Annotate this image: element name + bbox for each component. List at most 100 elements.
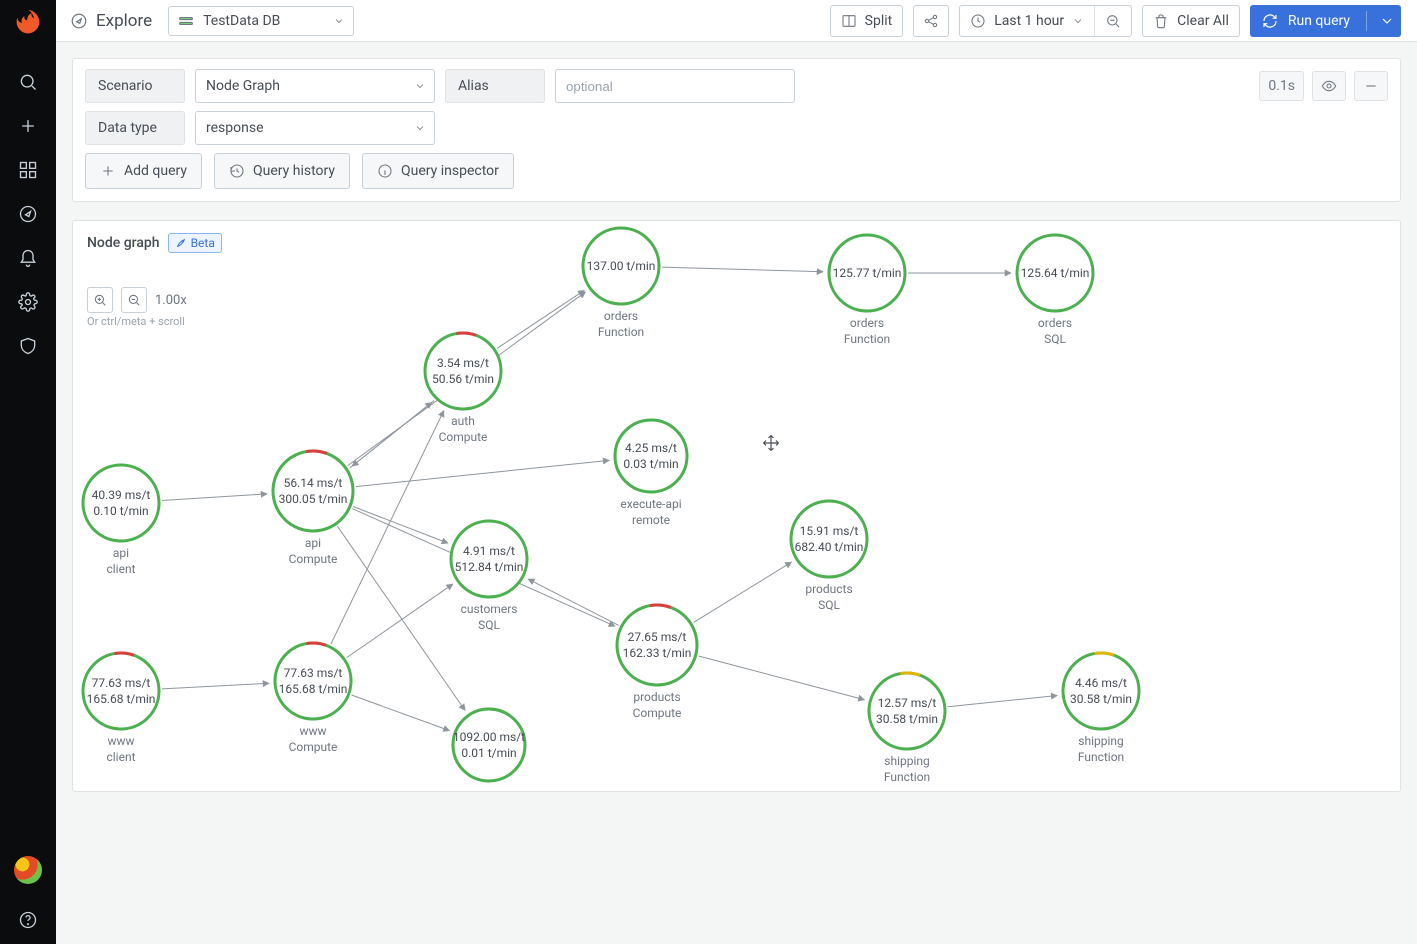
run-query-button[interactable]: Run query — [1250, 5, 1401, 37]
alias-input[interactable] — [555, 69, 795, 103]
datasource-icon — [179, 16, 193, 26]
nav-search[interactable] — [8, 62, 48, 102]
graph-node[interactable]: 27.65 ms/t 162.33 t/min products Compute — [617, 605, 697, 720]
add-query-button[interactable]: Add query — [85, 153, 202, 189]
nav-alerting[interactable] — [8, 238, 48, 278]
query-duration-badge: 0.1s — [1259, 71, 1304, 101]
user-avatar[interactable] — [14, 856, 42, 884]
svg-text:682.40 t/min: 682.40 t/min — [795, 540, 864, 554]
share-button[interactable] — [913, 5, 949, 37]
svg-text:125.77 t/min: 125.77 t/min — [833, 266, 902, 280]
graph-edge — [699, 656, 865, 700]
nav-explore[interactable] — [8, 194, 48, 234]
nav-config[interactable] — [8, 282, 48, 322]
chevron-down-icon — [1379, 13, 1395, 29]
graph-edge — [356, 460, 609, 486]
svg-text:137.00 t/min: 137.00 t/min — [587, 259, 656, 273]
svg-text:orders: orders — [850, 316, 884, 330]
graph-edge — [347, 584, 453, 658]
svg-text:27.65 ms/t: 27.65 ms/t — [628, 630, 687, 644]
graph-node[interactable]: 40.39 ms/t0.10 t/minapiclient — [83, 465, 159, 576]
svg-text:Function: Function — [598, 325, 644, 339]
svg-text:Compute: Compute — [289, 552, 338, 566]
alias-label: Alias — [445, 69, 545, 103]
graph-node[interactable]: 4.91 ms/t512.84 t/mincustomersSQL — [451, 521, 527, 632]
page-title: Explore — [70, 11, 152, 31]
zoom-out-time[interactable] — [1095, 6, 1131, 36]
zoom-hint: Or ctrl/meta + scroll — [87, 315, 185, 328]
time-range-picker[interactable]: Last 1 hour — [959, 5, 1132, 37]
svg-text:12.57 ms/t: 12.57 ms/t — [878, 696, 937, 710]
remove-query[interactable] — [1354, 71, 1388, 101]
datasource-picker[interactable]: TestData DB — [168, 6, 354, 36]
svg-text:30.58 t/min: 30.58 t/min — [876, 712, 938, 726]
graph-node[interactable]: 3.54 ms/t50.56 t/minauthCompute — [425, 333, 501, 444]
graph-node[interactable]: 77.63 ms/t165.68 t/minwwwCompute — [275, 643, 351, 754]
history-icon — [229, 163, 245, 179]
graph-node[interactable]: 56.14 ms/t300.05 t/minapiCompute — [273, 451, 353, 566]
graph-node[interactable]: 4.25 ms/t0.03 t/minexecute-apiremote — [615, 420, 687, 527]
svg-text:Compute: Compute — [439, 430, 488, 444]
graph-canvas[interactable]: 40.39 ms/t0.10 t/minapiclient 77.63 ms/t1… — [73, 221, 1400, 791]
graph-node[interactable]: 125.77 t/minordersFunction — [829, 235, 905, 346]
graph-node[interactable]: 4.46 ms/t30.58 t/minshippingFunction — [1063, 653, 1139, 764]
nav-create[interactable] — [8, 106, 48, 146]
graph-edge — [162, 683, 269, 689]
graph-edge — [694, 562, 792, 622]
svg-text:api: api — [305, 536, 321, 550]
graph-node[interactable]: 15.91 ms/t682.40 t/minproductsSQL — [791, 501, 867, 612]
clock-icon — [970, 13, 986, 29]
svg-text:www: www — [107, 734, 134, 748]
split-button[interactable]: Split — [830, 5, 904, 37]
svg-text:162.33 t/min: 162.33 t/min — [623, 646, 692, 660]
topbar: Explore TestData DB Split Last 1 hour Cl… — [56, 0, 1417, 42]
svg-text:15.91 ms/t: 15.91 ms/t — [800, 524, 859, 538]
graph-edge — [662, 267, 823, 272]
svg-text:512.84 t/min: 512.84 t/min — [455, 560, 524, 574]
svg-text:orders: orders — [1038, 316, 1072, 330]
zoom-out-button[interactable] — [121, 287, 147, 313]
svg-text:0.01 t/min: 0.01 t/min — [461, 746, 516, 760]
svg-text:shipping: shipping — [884, 754, 929, 768]
graph-edge — [337, 526, 465, 710]
query-inspector-button[interactable]: Query inspector — [362, 153, 514, 189]
query-history-button[interactable]: Query history — [214, 153, 350, 189]
toggle-visibility[interactable] — [1312, 71, 1346, 101]
compass-icon — [70, 12, 88, 30]
clear-all-button[interactable]: Clear All — [1142, 5, 1240, 37]
left-nav-rail — [0, 0, 56, 944]
graph-edge — [497, 290, 584, 348]
graph-node[interactable]: 77.63 ms/t165.68 t/minwwwclient — [83, 653, 159, 764]
graph-edge — [948, 696, 1057, 707]
page-title-text: Explore — [96, 11, 152, 31]
svg-text:Compute: Compute — [633, 706, 682, 720]
svg-text:products: products — [633, 690, 680, 704]
datatype-select[interactable]: response — [195, 111, 435, 145]
graph-node[interactable]: 12.57 ms/t30.58 t/minshippingFunction — [869, 673, 945, 784]
graph-node[interactable]: 1092.00 ms/t0.01 t/min — [453, 709, 525, 781]
graph-node[interactable]: 125.64 t/minordersSQL — [1017, 235, 1093, 346]
chevron-down-icon — [1072, 15, 1084, 27]
svg-text:0.10 t/min: 0.10 t/min — [93, 504, 148, 518]
graph-node[interactable]: 137.00 t/min orders Function — [583, 228, 659, 339]
info-icon — [377, 163, 393, 179]
plus-icon — [100, 163, 116, 179]
svg-text:orders: orders — [604, 309, 638, 323]
graph-edge — [162, 494, 267, 501]
scenario-select[interactable]: Node Graph — [195, 69, 435, 103]
svg-text:remote: remote — [632, 513, 670, 527]
svg-text:customers: customers — [461, 602, 518, 616]
svg-text:4.46 ms/t: 4.46 ms/t — [1075, 676, 1127, 690]
sync-icon — [1262, 13, 1278, 29]
beta-badge: Beta — [168, 233, 222, 253]
zoom-in-button[interactable] — [87, 287, 113, 313]
svg-text:execute-api: execute-api — [620, 497, 681, 511]
nav-dashboards[interactable] — [8, 150, 48, 190]
chevron-down-icon — [414, 80, 426, 92]
nav-help[interactable] — [8, 900, 48, 940]
graph-edge — [331, 411, 444, 644]
nav-admin[interactable] — [8, 326, 48, 366]
svg-text:SQL: SQL — [818, 598, 840, 612]
datatype-label: Data type — [85, 111, 185, 145]
grafana-logo — [14, 8, 42, 36]
